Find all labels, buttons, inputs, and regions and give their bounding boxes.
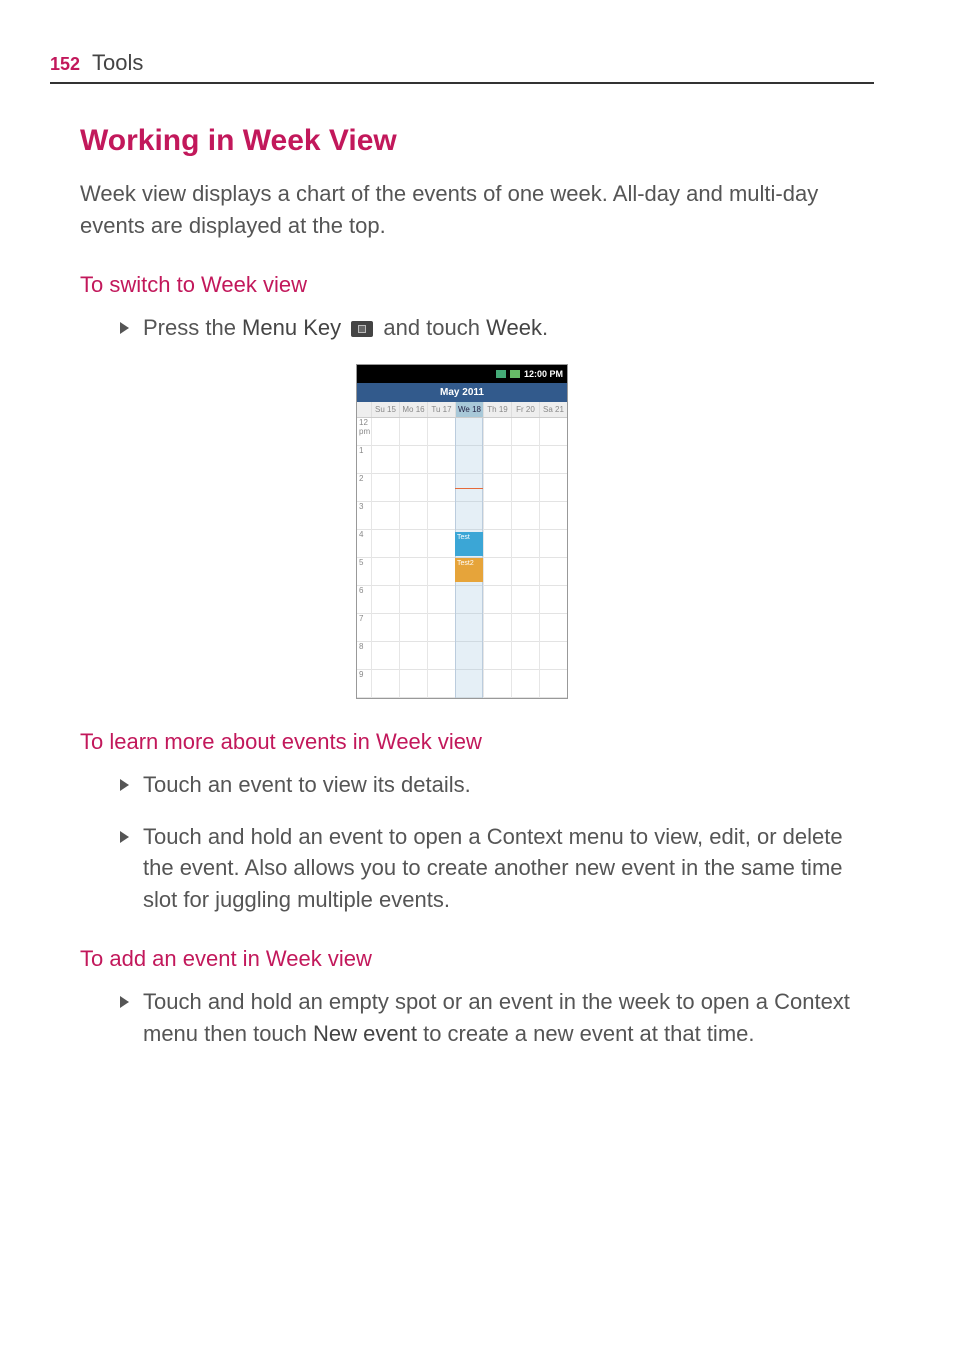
list-item: Touch and hold an event to open a Contex… <box>120 821 874 917</box>
list-item: Touch an event to view its details. <box>120 769 874 801</box>
bullet-triangle-icon <box>120 779 129 791</box>
day-sa: Sa 21 <box>539 402 567 417</box>
event-test2: Test2 <box>455 558 483 582</box>
heading-switch-to-week-view: To switch to Week view <box>80 272 874 298</box>
text: and touch <box>377 315 486 340</box>
week-day-header: Su 15 Mo 16 Tu 17 We 18 Th 19 Fr 20 Sa 2… <box>357 402 567 418</box>
menu-key-label: Menu Key <box>242 315 341 340</box>
day-tu: Tu 17 <box>427 402 455 417</box>
section-label: Tools <box>92 50 143 76</box>
bullet-triangle-icon <box>120 831 129 843</box>
day-th: Th 19 <box>483 402 511 417</box>
day-su: Su 15 <box>371 402 399 417</box>
text: to create a new event at that time. <box>417 1021 755 1046</box>
day-mo: Mo 16 <box>399 402 427 417</box>
screenshot-container: 12:00 PM May 2011 Su 15 Mo 16 Tu 17 We 1… <box>50 364 874 699</box>
battery-icon <box>510 370 520 378</box>
phone-status-bar: 12:00 PM <box>357 365 567 383</box>
event-test: Test <box>455 532 483 556</box>
status-time: 12:00 PM <box>524 369 563 379</box>
text <box>341 315 347 340</box>
new-event-label: New event <box>313 1021 417 1046</box>
list-item: Touch and hold an empty spot or an event… <box>120 986 874 1050</box>
menu-key-icon <box>351 321 373 337</box>
text: Press the <box>143 315 242 340</box>
week-label: Week <box>486 315 542 340</box>
bullet-triangle-icon <box>120 322 129 334</box>
page-header: 152 Tools <box>50 50 874 84</box>
day-we: We 18 <box>455 402 483 417</box>
bullet-triangle-icon <box>120 996 129 1008</box>
heading-learn-more: To learn more about events in Week view <box>80 729 874 755</box>
heading-working-in-week-view: Working in Week View <box>80 124 874 158</box>
heading-add-event: To add an event in Week view <box>80 946 874 972</box>
calendar-title: May 2011 <box>357 383 567 402</box>
page-number: 152 <box>50 54 80 75</box>
week-grid: 12 pm 1 2 3 4 5 6 7 8 9 Test <box>357 418 567 698</box>
text: . <box>542 315 548 340</box>
text: Touch an event to view its details. <box>143 769 874 801</box>
intro-paragraph: Week view displays a chart of the events… <box>80 178 874 242</box>
signal-icon <box>496 370 506 378</box>
day-fr: Fr 20 <box>511 402 539 417</box>
phone-screenshot: 12:00 PM May 2011 Su 15 Mo 16 Tu 17 We 1… <box>356 364 568 699</box>
list-item: Press the Menu Key and touch Week. <box>120 312 874 344</box>
event-marker <box>455 488 483 490</box>
text: Touch and hold an event to open a Contex… <box>143 821 874 917</box>
